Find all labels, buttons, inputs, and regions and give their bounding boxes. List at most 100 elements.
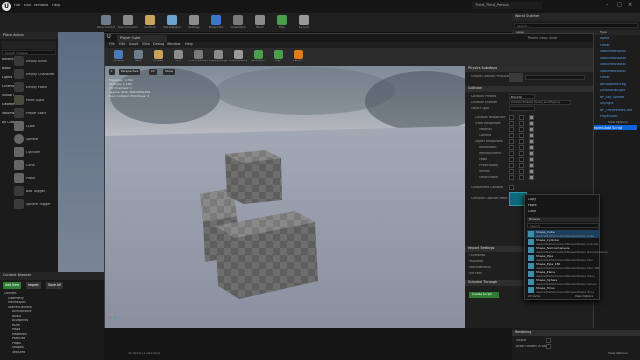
bp-menu-debug[interactable]: Debug xyxy=(153,42,164,46)
hide-unrelated-button[interactable]: Hide Unrelated xyxy=(188,49,208,65)
import-row[interactable]: Miscellaneous xyxy=(469,266,491,269)
content-button[interactable]: Content xyxy=(140,14,160,31)
response-checkbox[interactable] xyxy=(509,169,514,174)
marketplace-button[interactable]: Marketplace xyxy=(162,14,182,31)
menu-help[interactable]: Help xyxy=(52,4,60,8)
asset-list-item[interactable]: Shape_Pipe/Game/StarterContent/Shapes/Sh… xyxy=(527,254,599,262)
bp-launch-button[interactable]: Launch xyxy=(289,49,307,65)
level-viewport-background[interactable] xyxy=(58,32,104,272)
asset-list-item[interactable]: Shape_Pipe_180/Game/StarterContent/Shape… xyxy=(527,262,599,270)
bp-menu-window[interactable]: Window xyxy=(167,42,180,46)
collision-enabled-dropdown[interactable]: Collision Enabled (Query and Physics) xyxy=(509,100,571,105)
response-checkbox[interactable] xyxy=(519,151,524,156)
compile-button[interactable]: Compile xyxy=(109,49,127,65)
response-checkbox[interactable] xyxy=(529,175,534,180)
tree-item[interactable]: Textures xyxy=(12,351,25,354)
maximize-icon[interactable]: □ xyxy=(617,3,625,9)
response-checkbox[interactable] xyxy=(509,115,514,120)
launch-button[interactable]: Launch xyxy=(294,14,314,31)
tree-item[interactable]: Geometry xyxy=(8,297,24,300)
col-type[interactable]: Type xyxy=(600,31,607,34)
bp-menu-help[interactable]: Help xyxy=(185,42,193,46)
tree-item[interactable]: Particles xyxy=(12,337,25,340)
response-checkbox[interactable] xyxy=(519,145,524,150)
bp-menu-edit[interactable]: Edit xyxy=(119,42,126,46)
asset-list-item[interactable]: Shape_Plane/Game/StarterContent/Shapes/S… xyxy=(527,270,599,278)
cinematics-button[interactable]: Cinematics xyxy=(228,14,248,31)
customized-collision-checkbox[interactable] xyxy=(509,185,514,190)
asset-view-options[interactable]: View Options xyxy=(575,295,593,298)
asset-empty-actor[interactable]: Empty Actor xyxy=(26,60,47,63)
outliner-view-options[interactable]: View Options xyxy=(608,121,628,124)
details-view-options[interactable]: View Options xyxy=(608,352,628,355)
tree-item[interactable]: Maps xyxy=(12,328,20,331)
collision-section[interactable]: Collision xyxy=(465,86,593,92)
object-type-dropdown[interactable] xyxy=(509,106,535,111)
response-checkbox[interactable] xyxy=(509,145,514,150)
asset-list-item[interactable]: Shape_Torus/Game/StarterContent/Shapes/S… xyxy=(527,286,599,294)
blueprints-button[interactable]: Blueprints xyxy=(206,14,226,31)
bp-menu-asset[interactable]: Asset xyxy=(129,42,138,46)
outliner-search-input[interactable]: Search... xyxy=(514,23,638,28)
bp-play-button[interactable]: Play xyxy=(269,49,287,65)
response-checkbox[interactable] xyxy=(519,139,524,144)
asset-empty-pawn[interactable]: Empty Pawn xyxy=(26,86,47,89)
response-checkbox[interactable] xyxy=(519,163,524,168)
visible-checkbox[interactable] xyxy=(546,338,551,343)
cat-basic[interactable]: Basic xyxy=(2,67,11,70)
tree-item[interactable]: Shapes xyxy=(12,346,24,349)
menu-paste[interactable]: Paste xyxy=(528,204,537,207)
response-checkbox[interactable] xyxy=(529,145,534,150)
response-checkbox[interactable] xyxy=(509,139,514,144)
asset-list-item[interactable]: Shape_Cylinder/Game/StarterContent/Shape… xyxy=(527,238,599,246)
response-checkbox[interactable] xyxy=(509,163,514,168)
asset-cylinder[interactable]: Cylinder xyxy=(26,151,40,154)
rendering-section[interactable]: Rendering xyxy=(512,330,640,336)
source-control-button[interactable]: Source Control xyxy=(118,14,138,31)
response-checkbox[interactable] xyxy=(529,133,534,138)
find-button[interactable]: Find xyxy=(169,49,187,65)
asset-empty-character[interactable]: Empty Character xyxy=(26,73,55,76)
response-checkbox[interactable] xyxy=(519,133,524,138)
response-checkbox[interactable] xyxy=(509,133,514,138)
asset-point-light[interactable]: Point Light xyxy=(26,99,44,102)
response-checkbox[interactable] xyxy=(529,121,534,126)
play-button[interactable]: Play xyxy=(272,14,292,31)
cat-lights[interactable]: Lights xyxy=(2,76,12,79)
create-script-button[interactable]: Create Script xyxy=(469,292,499,298)
response-checkbox[interactable] xyxy=(529,127,534,132)
simulation-button[interactable]: Simulation xyxy=(249,49,267,65)
close-icon[interactable]: × xyxy=(628,3,636,9)
asset-plane[interactable]: Plane xyxy=(26,177,35,180)
physics-section[interactable]: Physics Substeps xyxy=(465,66,593,72)
tree-item[interactable]: Materials xyxy=(12,333,27,336)
import-row[interactable]: Thumbnail xyxy=(469,254,485,257)
asset-sphere-trigger[interactable]: Sphere Trigger xyxy=(26,203,51,206)
build-button[interactable]: Build xyxy=(250,14,270,31)
asset-list-item[interactable]: Shape_Sphere/Game/StarterContent/Shapes/… xyxy=(527,278,599,286)
response-checkbox[interactable] xyxy=(509,127,514,132)
tree-item[interactable]: Content xyxy=(4,292,17,295)
response-checkbox[interactable] xyxy=(509,157,514,162)
response-checkbox[interactable] xyxy=(519,169,524,174)
response-checkbox[interactable] xyxy=(529,157,534,162)
bp-save-button[interactable]: Save xyxy=(129,49,147,65)
response-checkbox[interactable] xyxy=(519,127,524,132)
asset-list-item[interactable]: Shape_Cube/Game/StarterContent/Shapes/Sh… xyxy=(527,230,599,238)
response-checkbox[interactable] xyxy=(519,115,524,120)
asset-box-trigger[interactable]: Box Trigger xyxy=(26,190,45,193)
save-all-button[interactable]: Save All xyxy=(46,282,63,289)
asset-list-item[interactable]: Shape_NarrowCapsule/Game/StarterContent/… xyxy=(527,246,608,254)
save-button[interactable]: Save Current xyxy=(96,14,116,31)
import-button[interactable]: Import xyxy=(26,282,41,289)
bp-menu-file[interactable]: File xyxy=(109,42,115,46)
tree-item[interactable]: Architecture xyxy=(12,310,32,313)
perspective-button[interactable]: Perspective xyxy=(119,69,141,75)
phys-mat-field[interactable] xyxy=(525,75,585,80)
tree-item[interactable]: StarterContent xyxy=(8,306,32,309)
response-checkbox[interactable] xyxy=(529,115,534,120)
asset-cone[interactable]: Cone xyxy=(26,164,35,167)
menu-edit[interactable]: Edit xyxy=(24,4,31,8)
browse-button[interactable]: Browse xyxy=(149,49,167,65)
tree-item[interactable]: Mannequin xyxy=(8,301,26,304)
